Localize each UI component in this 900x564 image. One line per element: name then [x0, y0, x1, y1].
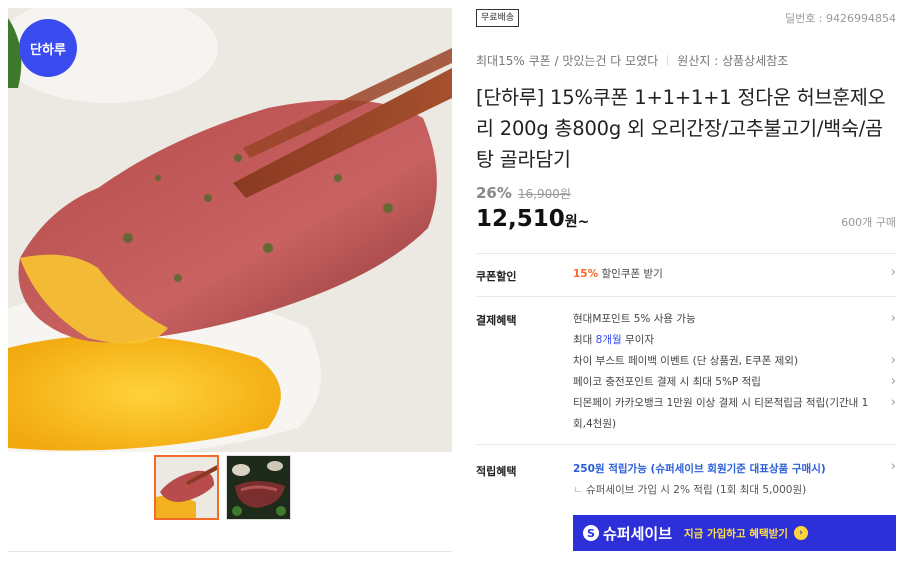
supersave-logo-text: 슈퍼세이브 — [603, 524, 673, 543]
coupon-row[interactable]: 15% 할인쿠폰 받기 — [573, 264, 882, 285]
thumbnail-strip — [154, 455, 291, 520]
product-tagline: 최대15% 쿠폰 / 맛있는건 다 모였다 원산지 : 상품상세참조 — [476, 52, 896, 69]
supersave-s-icon: S — [583, 525, 599, 541]
reward-label: 적립혜택 — [476, 465, 517, 478]
reward-sub-row: ㄴ 슈퍼세이브 가입 시 2% 적립 (1회 최대 5,000원) — [573, 484, 807, 496]
sale-price: 12,510 — [476, 206, 565, 232]
payment-benefits-section: 결제혜택 현대M포인트 5% 사용 가능 최대 8개월 무이자 차이 부스트 페… — [476, 296, 896, 444]
payment-label: 결제혜택 — [476, 314, 517, 327]
discount-rate: 26% — [476, 184, 512, 202]
arrow-right-icon[interactable]: › — [793, 526, 808, 540]
sale-price-unit: 원~ — [564, 214, 590, 230]
reward-main[interactable]: 250원 적립가능 (슈퍼세이브 회원기준 대표상품 구매시) — [573, 459, 882, 480]
brand-badge: 단하루 — [19, 19, 77, 77]
sliced-meat-thumb-image — [227, 456, 290, 519]
coupon-label: 쿠폰할인 — [476, 270, 517, 283]
installment-suffix: 무이자 — [625, 334, 655, 346]
duck-slice-thumb-image — [156, 457, 217, 518]
coupon-section[interactable]: 쿠폰할인 15% 할인쿠폰 받기 › — [476, 253, 896, 296]
chevron-right-icon[interactable]: › — [891, 353, 896, 368]
chevron-right-icon[interactable]: › — [891, 311, 896, 326]
installment-months: 8개월 — [595, 334, 622, 346]
supersave-cta[interactable]: 지금 가입하고 혜택받기 — [684, 526, 788, 541]
chevron-right-icon[interactable]: › — [891, 265, 896, 280]
smoked-duck-photo — [8, 8, 452, 452]
installment-line: 최대 8개월 무이자 — [573, 330, 882, 351]
installment-prefix: 최대 — [573, 334, 593, 346]
reward-sub: 슈퍼세이브 가입 시 2% 적립 (1회 최대 5,000원) — [586, 484, 807, 496]
gallery-divider — [8, 551, 452, 552]
tagline-separator — [667, 55, 669, 66]
sold-count: 600개 구매 — [841, 216, 896, 229]
free-shipping-tag: 무료배송 — [476, 9, 520, 27]
payment-line-4: 티몬페이 카카오뱅크 1만원 이상 결제 시 티몬적립금 적립(기간내 1회,4… — [573, 397, 869, 430]
price-block: 26% 16,900원 12,510원~ 600개 구매 — [476, 184, 896, 232]
payment-line-3: 페이코 충전포인트 결제 시 최대 5%P 적립 — [573, 376, 761, 388]
supersave-logo: S 슈퍼세이브 — [583, 523, 672, 544]
product-info: 무료배송 딜번호 : 9426994854 최대15% 쿠폰 / 맛있는건 다 … — [476, 8, 896, 232]
tagline-text: 최대15% 쿠폰 / 맛있는건 다 모였다 — [476, 54, 659, 68]
thumbnail-2[interactable] — [226, 455, 291, 520]
deal-number: 딜번호 : 9426994854 — [784, 12, 896, 25]
payment-line-2: 차이 부스트 페이백 이벤트 (단 상품권, E쿠폰 제외) — [573, 355, 799, 367]
origin-text: 원산지 : 상품상세참조 — [677, 54, 789, 68]
supersave-banner[interactable]: S 슈퍼세이브 지금 가입하고 혜택받기 › — [573, 515, 896, 551]
coupon-text[interactable]: 할인쿠폰 받기 — [601, 268, 662, 280]
product-gallery: 단하루 — [8, 8, 452, 452]
chevron-right-icon[interactable]: › — [891, 374, 896, 389]
thumbnail-1[interactable] — [154, 455, 219, 520]
chevron-right-icon[interactable]: › — [891, 395, 896, 410]
coupon-rate: 15% — [573, 268, 599, 280]
main-product-image[interactable]: 단하루 — [8, 8, 452, 452]
original-price: 16,900원 — [517, 187, 571, 201]
chevron-right-icon[interactable]: › — [891, 459, 896, 474]
product-title: [단하루] 15%쿠폰 1+1+1+1 정다운 허브훈제오리 200g 총800… — [476, 86, 886, 171]
payment-line-1: 현대M포인트 5% 사용 가능 — [573, 313, 696, 325]
